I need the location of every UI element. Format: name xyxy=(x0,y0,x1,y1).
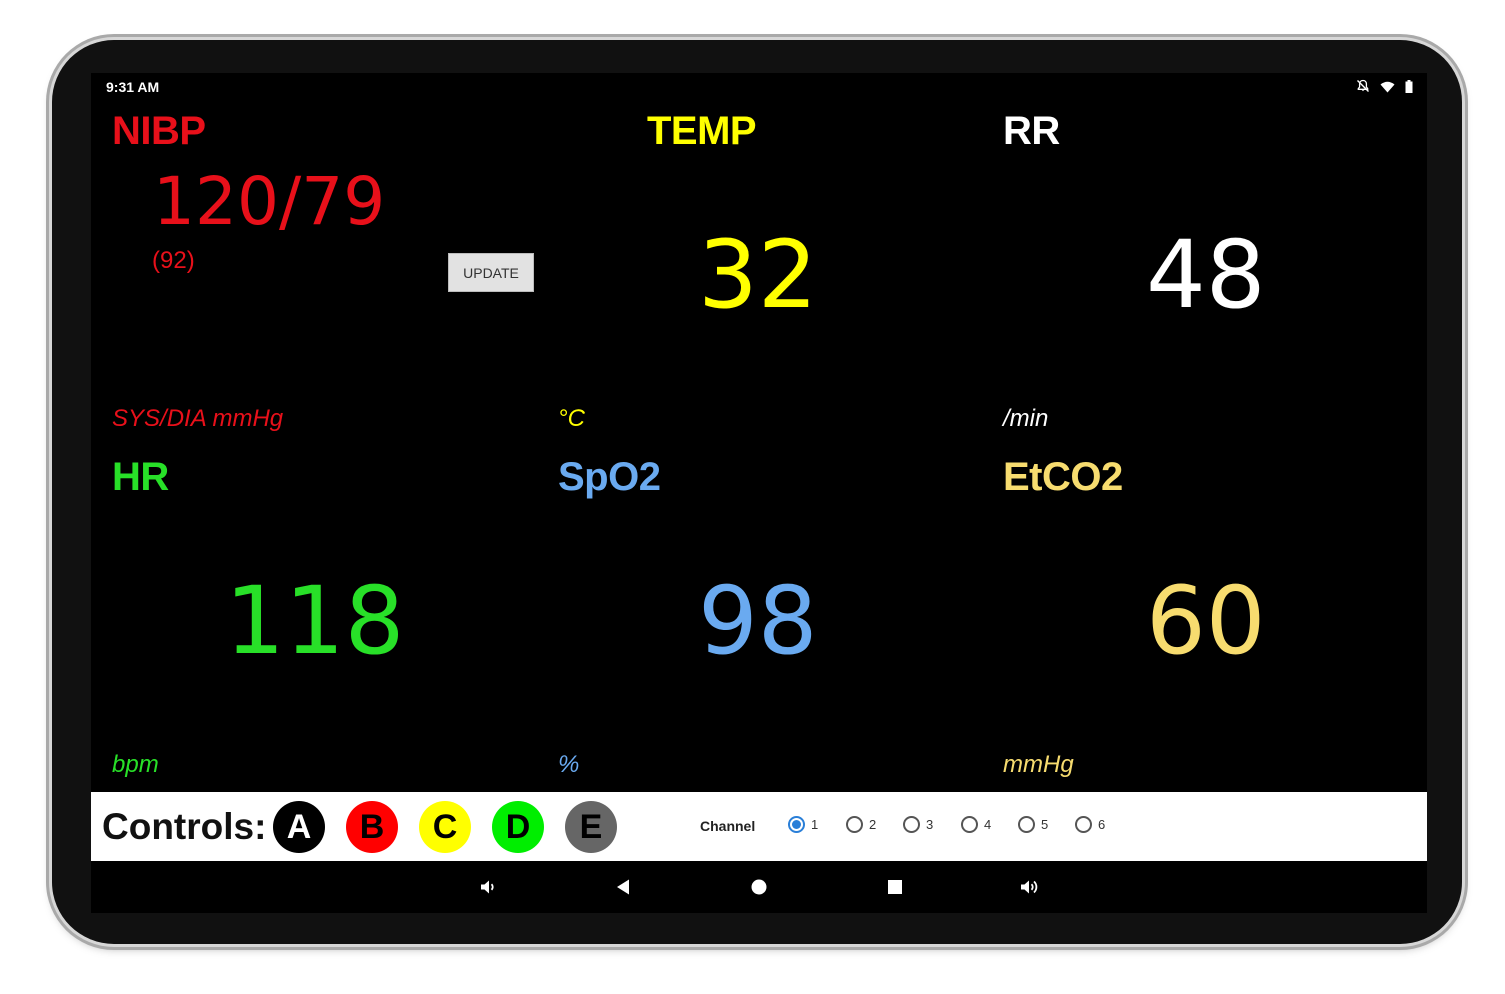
radio-unchecked-icon xyxy=(846,816,863,833)
nibp-map-value: (92) xyxy=(152,247,195,274)
channel-radio-2[interactable]: 2 xyxy=(846,816,876,833)
rr-tile: RR 48 /min xyxy=(981,73,1427,443)
channel-radio-label: 4 xyxy=(984,817,992,832)
nibp-title: NIBP xyxy=(112,109,206,153)
channel-radio-label: 6 xyxy=(1098,817,1106,832)
channel-radio-label: 5 xyxy=(1041,817,1049,832)
spo2-title: SpO2 xyxy=(558,455,661,499)
channel-label: Channel xyxy=(700,818,756,834)
nibp-unit: SYS/DIA mmHg xyxy=(112,405,284,432)
channel-radio-4[interactable]: 4 xyxy=(961,816,991,833)
screen: 9:31 AM NIBP 120/79 (92) SYS/DIA mmHg UP… xyxy=(91,73,1427,913)
rr-title: RR xyxy=(1003,109,1060,153)
etco2-value: 60 xyxy=(1146,567,1266,676)
radio-unchecked-icon xyxy=(961,816,978,833)
channel-radio-label: 3 xyxy=(926,817,934,832)
control-button-b-label: B xyxy=(359,807,385,846)
temp-tile: TEMP 32 °C xyxy=(536,73,981,443)
controls-label: Controls: xyxy=(102,806,267,847)
etco2-tile: EtCO2 60 mmHg xyxy=(981,443,1427,792)
recents-icon[interactable] xyxy=(883,875,907,899)
temp-unit: °C xyxy=(558,405,585,432)
hr-tile: HR 118 bpm xyxy=(91,443,536,792)
etco2-unit: mmHg xyxy=(1003,751,1074,778)
control-button-c-label: C xyxy=(432,807,458,846)
home-icon[interactable] xyxy=(747,875,771,899)
control-button-e[interactable]: E xyxy=(565,801,617,853)
channel-radio-6[interactable]: 6 xyxy=(1075,816,1105,833)
channel-radio-5[interactable]: 5 xyxy=(1018,816,1048,833)
temp-title: TEMP xyxy=(647,109,757,153)
control-button-c[interactable]: C xyxy=(419,801,471,853)
channel-radio-label: 1 xyxy=(811,817,819,832)
radio-unchecked-icon xyxy=(1075,816,1092,833)
etco2-title: EtCO2 xyxy=(1003,455,1123,499)
channel-radio-label: 2 xyxy=(869,817,877,832)
control-button-d-label: D xyxy=(505,807,531,846)
volume-up-icon[interactable] xyxy=(1018,875,1042,899)
hr-title: HR xyxy=(112,455,169,499)
spo2-tile: SpO2 98 % xyxy=(536,443,981,792)
nibp-value: 120/79 xyxy=(153,163,386,240)
control-button-d[interactable]: D xyxy=(492,801,544,853)
rr-value: 48 xyxy=(1146,221,1266,330)
channel-radio-1[interactable]: 1 xyxy=(788,816,818,833)
rr-unit: /min xyxy=(1003,405,1049,432)
control-button-a-label: A xyxy=(286,807,312,846)
navigation-bar xyxy=(91,861,1427,913)
radio-checked-icon xyxy=(788,816,805,833)
back-icon[interactable] xyxy=(611,875,635,899)
hr-unit: bpm xyxy=(112,751,159,778)
controls-bar: Controls: A B C D E Channel 1 2 3 4 5 6 xyxy=(91,792,1427,861)
control-button-e-label: E xyxy=(579,807,603,846)
radio-unchecked-icon xyxy=(903,816,920,833)
spo2-unit: % xyxy=(558,751,580,778)
volume-down-icon[interactable] xyxy=(476,875,500,899)
hr-value: 118 xyxy=(225,567,405,676)
radio-unchecked-icon xyxy=(1018,816,1035,833)
control-button-a[interactable]: A xyxy=(273,801,325,853)
control-button-b[interactable]: B xyxy=(346,801,398,853)
temp-value: 32 xyxy=(698,221,818,330)
channel-radio-3[interactable]: 3 xyxy=(903,816,933,833)
spo2-value: 98 xyxy=(698,567,818,676)
update-button[interactable]: UPDATE xyxy=(448,253,534,292)
